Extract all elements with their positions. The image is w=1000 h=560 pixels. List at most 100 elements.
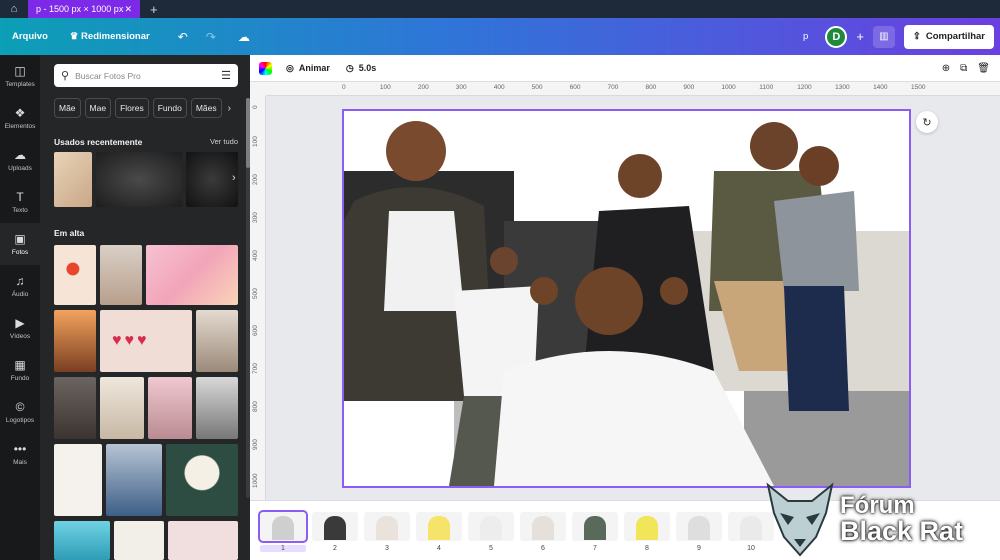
rail-item-audio[interactable]: ♫ Áudio — [0, 265, 40, 307]
close-tab-icon[interactable]: ✕ — [124, 4, 132, 15]
file-menu[interactable]: Arquivo — [12, 31, 48, 42]
audio-icon: ♫ — [15, 274, 25, 288]
page-number: 2 — [333, 545, 337, 552]
page-thumbnail[interactable] — [520, 512, 566, 541]
page-thumbnail[interactable] — [364, 512, 410, 541]
ruler-tick-label: 500 — [252, 287, 259, 299]
page-thumbnail[interactable] — [624, 512, 670, 541]
trending-photo[interactable] — [100, 377, 144, 439]
delete-page-icon[interactable]: 🗑 — [977, 63, 990, 74]
chevron-right-icon[interactable]: › — [232, 172, 236, 184]
rail-label: Mais — [13, 459, 27, 466]
ruler-tick-label: 200 — [252, 173, 259, 185]
chip[interactable]: Mãe — [54, 98, 81, 118]
search-input[interactable]: ⚲ Buscar Fotos Pro ☰ — [54, 64, 238, 87]
trending-photo[interactable] — [166, 444, 238, 516]
insights-icon[interactable]: ▥ — [872, 25, 895, 48]
duration-button[interactable]: ◷ 5.0s — [346, 63, 376, 74]
ruler-tick-label: 900 — [252, 439, 259, 451]
rail-item-text[interactable]: T Texto — [0, 181, 40, 223]
recent-photo[interactable] — [186, 152, 238, 207]
home-icon[interactable]: ⌂ — [0, 0, 28, 18]
document-tab-title: p - 1500 px × 1000 px — [36, 4, 124, 14]
trending-photo[interactable] — [54, 310, 96, 372]
text-icon: T — [16, 190, 24, 204]
see-all-link[interactable]: Ver tudo — [210, 137, 238, 146]
rail-item-more[interactable]: ••• Mais — [0, 433, 40, 475]
page-thumbnail[interactable] — [312, 512, 358, 541]
logos-icon: © — [15, 400, 25, 414]
recent-photo[interactable] — [54, 152, 92, 207]
filter-icon[interactable]: ☰ — [221, 69, 231, 82]
rail-item-templates[interactable]: ◫ Templates — [0, 55, 40, 97]
templates-icon: ◫ — [14, 64, 26, 78]
rail-item-photos[interactable]: ▣ Fotos — [0, 223, 40, 265]
trending-photo[interactable] — [114, 521, 164, 560]
photos-panel: ⚲ Buscar Fotos Pro ☰ Mãe Mae Flores Fund… — [40, 55, 250, 560]
cloud-saved-icon[interactable]: ☁ — [238, 30, 250, 44]
trending-photo[interactable] — [54, 377, 96, 439]
page-thumbnail[interactable] — [468, 512, 514, 541]
redo-icon[interactable]: ↷ — [206, 30, 216, 44]
share-icon: ⇪ — [912, 31, 921, 42]
trending-photo[interactable] — [106, 444, 162, 516]
animate-button[interactable]: ◎ Animar — [286, 63, 330, 74]
trending-photo[interactable] — [148, 377, 192, 439]
design-canvas[interactable] — [342, 109, 911, 488]
page-thumbnail[interactable] — [258, 510, 308, 543]
trending-photo[interactable] — [146, 245, 238, 305]
horizontal-ruler: 0 100 200 300 400 500 600 700 800 900 1000 1100 1200… — [266, 82, 1000, 96]
browser-tab-bar: ⌂ p - 1500 px × 1000 px ✕ + — [0, 0, 1000, 18]
rat-logo-icon — [766, 482, 834, 557]
trending-photo[interactable] — [54, 444, 102, 516]
rail-label: Áudio — [11, 291, 29, 298]
trending-photo[interactable] — [54, 521, 110, 560]
resize-button[interactable]: ♛ Redimensionar — [70, 31, 150, 42]
project-name[interactable]: p — [803, 31, 808, 42]
rail-item-videos[interactable]: ▶ Vídeos — [0, 307, 40, 349]
undo-icon[interactable]: ↶ — [178, 30, 188, 44]
rail-item-background[interactable]: ▦ Fundo — [0, 349, 40, 391]
share-button[interactable]: ⇪ Compartilhar — [903, 24, 994, 49]
ruler-tick-label: 200 — [417, 84, 429, 91]
ruler-tick-label: 400 — [252, 249, 259, 261]
share-label: Compartilhar — [925, 31, 985, 42]
trending-photo[interactable] — [168, 521, 238, 560]
trending-photo[interactable] — [196, 377, 238, 439]
ruler-tick-label: 100 — [252, 136, 259, 147]
trending-photo[interactable]: ♥♥♥ — [100, 310, 192, 372]
chip[interactable]: Mae — [84, 98, 112, 118]
page-number: 6 — [541, 545, 545, 552]
color-picker-icon[interactable] — [259, 61, 272, 75]
ruler-tick-label: 1000 — [721, 84, 736, 91]
photos-icon: ▣ — [14, 232, 26, 246]
document-tab[interactable]: p - 1500 px × 1000 px ✕ — [28, 0, 140, 18]
animate-label: Animar — [298, 63, 330, 73]
chip[interactable]: Fundo — [152, 98, 187, 118]
page-thumbnail[interactable] — [416, 512, 462, 541]
rail-label: Uploads — [8, 165, 32, 172]
avatar[interactable]: D — [825, 25, 848, 48]
duplicate-page-icon[interactable]: ⧉ — [960, 63, 967, 74]
ruler-tick-label: 1100 — [759, 84, 774, 91]
new-tab-icon[interactable]: + — [150, 2, 158, 17]
rail-item-elements[interactable]: ❖ Elementos — [0, 97, 40, 139]
page-thumbnail[interactable] — [572, 512, 618, 541]
trending-photo[interactable] — [196, 310, 238, 372]
ruler-tick-label: 900 — [683, 84, 695, 91]
rail-label: Fotos — [11, 249, 29, 256]
add-page-icon[interactable]: ⊕ — [942, 63, 950, 74]
page-thumbnail[interactable] — [676, 512, 722, 541]
regenerate-icon[interactable]: ↻ — [916, 111, 938, 133]
ruler-tick-label: 1200 — [797, 84, 812, 91]
rail-item-uploads[interactable]: ☁ Uploads — [0, 139, 40, 181]
chevron-right-icon[interactable]: › — [228, 98, 231, 118]
chip[interactable]: Mães — [190, 98, 222, 118]
trending-photo[interactable] — [54, 245, 96, 305]
rail-item-logos[interactable]: © Logotipos — [0, 391, 40, 433]
trending-photo[interactable] — [100, 245, 142, 305]
ruler-tick-label: 400 — [493, 84, 505, 91]
chip[interactable]: Flores — [115, 98, 149, 118]
recent-photo[interactable] — [96, 152, 182, 207]
add-collaborator-icon[interactable]: + — [856, 29, 864, 44]
